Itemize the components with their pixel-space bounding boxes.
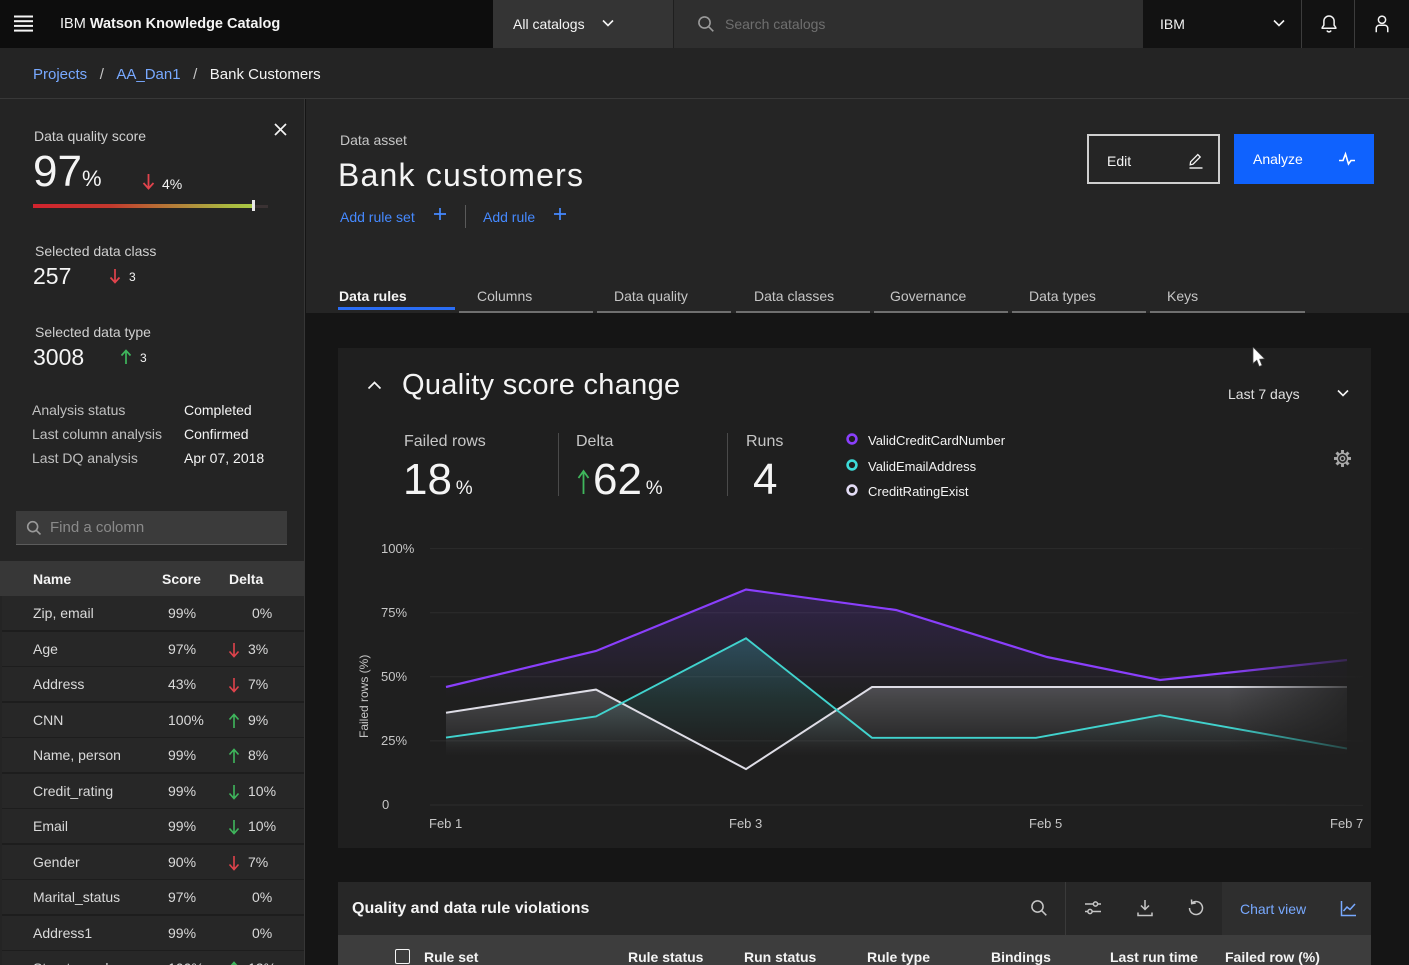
svg-text:100%: 100%	[381, 541, 415, 556]
svg-text:Feb 3: Feb 3	[729, 816, 762, 831]
svg-text:Feb 1: Feb 1	[429, 816, 462, 831]
svg-text:Feb 5: Feb 5	[1029, 816, 1062, 831]
svg-text:0: 0	[382, 797, 389, 812]
svg-text:Failed rows (%): Failed rows (%)	[357, 655, 371, 738]
svg-text:75%: 75%	[381, 605, 407, 620]
svg-text:50%: 50%	[381, 669, 407, 684]
svg-text:25%: 25%	[381, 733, 407, 748]
svg-text:Feb 7: Feb 7	[1330, 816, 1363, 831]
